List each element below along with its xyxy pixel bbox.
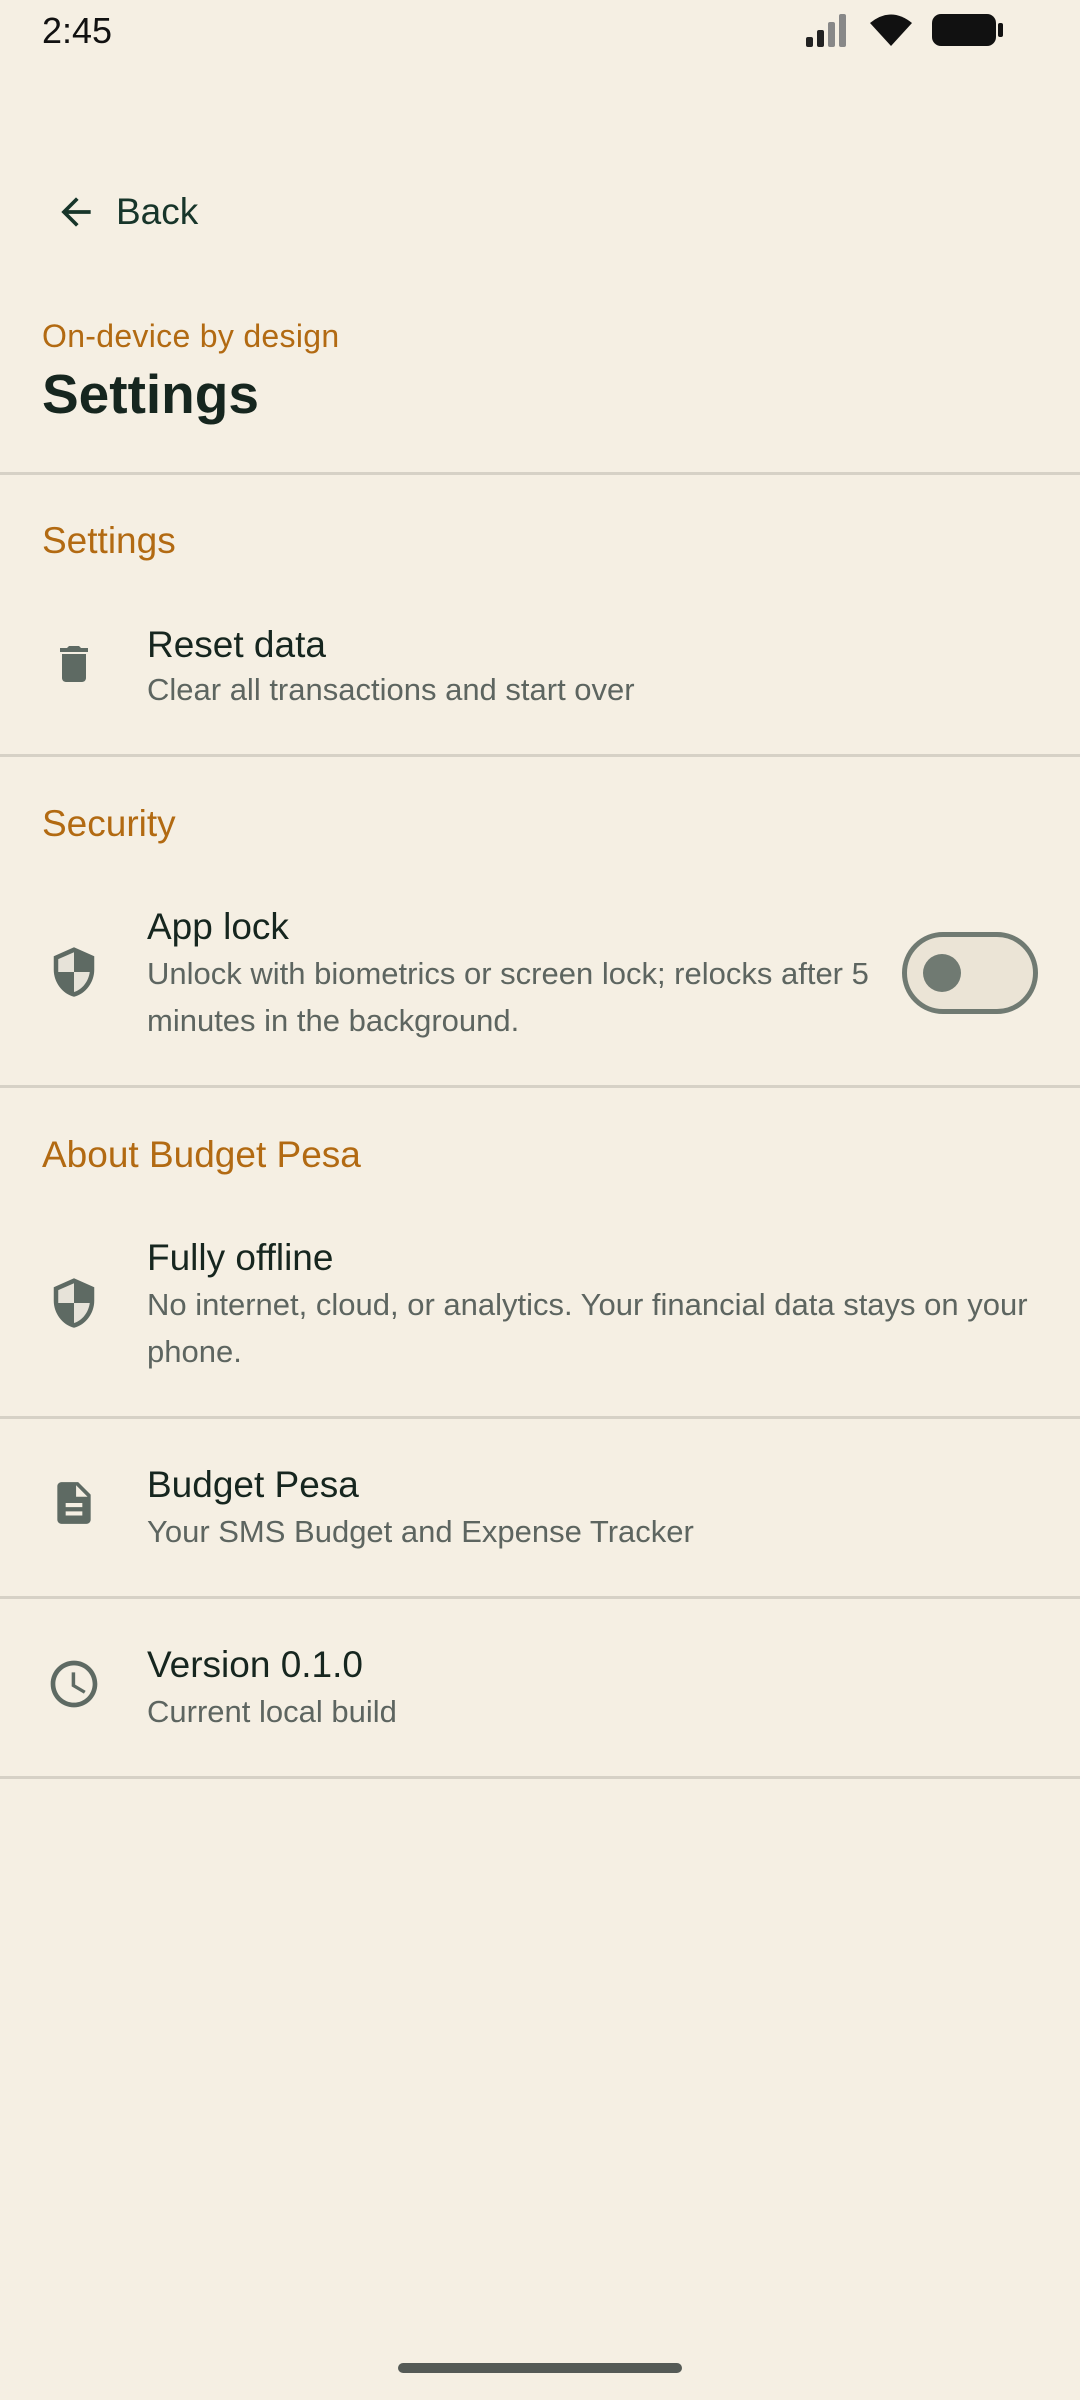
fully-offline-subtitle-line1: No internet, cloud, or analytics. Your f… [147,1287,1028,1322]
status-bar: 2:45 [0,0,1080,64]
battery-icon [932,14,1003,46]
back-button[interactable]: Back [54,180,198,244]
divider [0,1416,1080,1419]
page-eyebrow: On-device by design [42,318,340,354]
clock-icon [46,1656,102,1712]
section-title-settings: Settings [42,520,176,561]
status-icons [804,12,1004,48]
divider [0,1596,1080,1599]
wifi-icon [870,14,912,46]
divider [0,1085,1080,1088]
section-title-security: Security [42,803,176,844]
toggle-knob [923,954,961,992]
trash-icon [46,636,102,692]
home-indicator[interactable] [398,2363,682,2373]
app-lock-title: App lock [147,906,289,947]
app-lock-subtitle-line2: minutes in the background. [147,1003,520,1038]
back-label: Back [116,191,199,232]
signal-icon [806,14,846,47]
fully-offline-subtitle-line2: phone. [147,1334,242,1369]
divider [0,472,1080,475]
budget-pesa-subtitle: Your SMS Budget and Expense Tracker [147,1514,694,1549]
divider [0,754,1080,757]
arrow-left-icon [61,197,91,227]
settings-screen: 2:45 Back On-device by design Settings S… [0,0,1080,2400]
version-row: Version 0.1.0 Current local build [0,1600,1080,1776]
app-lock-subtitle-line1: Unlock with biometrics or screen lock; r… [147,956,869,991]
budget-pesa-row: Budget Pesa Your SMS Budget and Expense … [0,1420,1080,1596]
app-lock-toggle[interactable] [902,932,1038,1014]
reset-data-subtitle: Clear all transactions and start over [147,672,635,707]
fully-offline-row: Fully offline No internet, cloud, or ana… [0,1219,1080,1415]
section-title-about: About Budget Pesa [42,1134,361,1175]
version-title: Version 0.1.0 [147,1644,363,1685]
budget-pesa-title: Budget Pesa [147,1464,359,1505]
reset-data-title: Reset data [147,624,326,665]
status-time: 2:45 [42,10,113,51]
reset-data-row[interactable]: Reset data Clear all transactions and st… [0,604,1080,754]
page-title: Settings [42,363,259,425]
document-icon [46,1475,102,1531]
shield-icon [46,1275,102,1331]
shield-icon [46,944,102,1000]
divider [0,1776,1080,1779]
version-subtitle: Current local build [147,1694,397,1729]
fully-offline-title: Fully offline [147,1237,334,1278]
